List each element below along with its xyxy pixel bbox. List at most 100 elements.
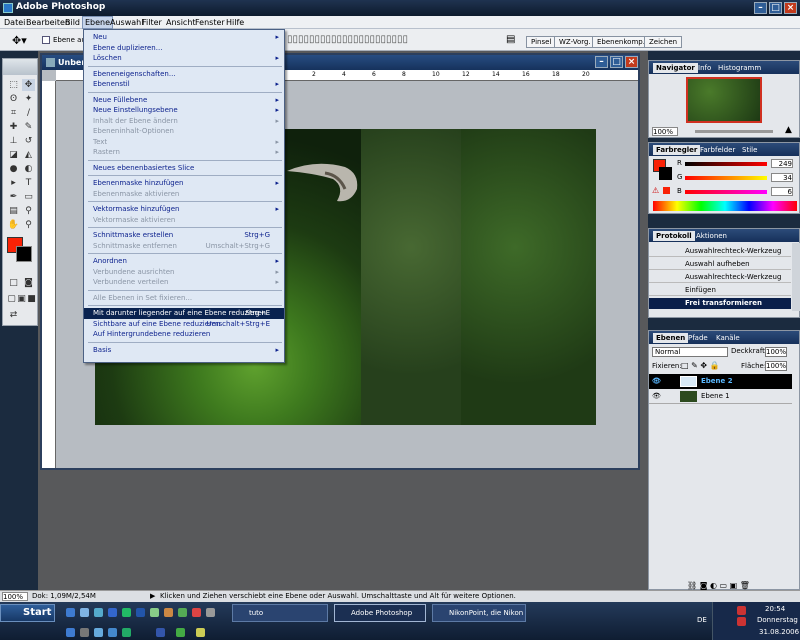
quicklaunch-icon[interactable] bbox=[94, 608, 103, 617]
doc-close-icon[interactable]: × bbox=[625, 56, 638, 68]
tab-wz-vorg[interactable]: WZ-Vorg. bbox=[554, 36, 596, 48]
task-tuto[interactable]: tuto bbox=[232, 604, 328, 622]
move-tool-icon[interactable]: ✥ bbox=[22, 79, 35, 91]
tab-info[interactable]: Info bbox=[695, 63, 714, 73]
zoom-tool-icon[interactable]: ⚲ bbox=[22, 219, 35, 231]
history-brush-icon[interactable]: ↺ bbox=[22, 135, 35, 147]
history-scrollbar[interactable] bbox=[792, 243, 800, 311]
history-item[interactable]: Auswahl aufheben bbox=[649, 259, 791, 270]
eye-icon[interactable]: 👁 bbox=[652, 377, 661, 385]
menu-item[interactable]: Neues ebenenbasiertes Slice bbox=[84, 163, 284, 174]
start-button[interactable]: Start bbox=[0, 604, 55, 622]
tab-ebenenkomp[interactable]: Ebenenkomp. bbox=[592, 36, 650, 48]
move-tool-icon[interactable]: ✥▾ bbox=[12, 34, 27, 47]
quicklaunch-icon[interactable] bbox=[156, 628, 165, 637]
menu-item[interactable]: Ebene duplizieren... bbox=[84, 43, 284, 54]
quicklaunch-icon[interactable] bbox=[178, 608, 187, 617]
blend-mode-select[interactable]: Normal bbox=[652, 347, 728, 357]
menu-item[interactable]: Löschen ▸ bbox=[84, 53, 284, 64]
menu-item[interactable]: Neue Füllebene ▸ bbox=[84, 95, 284, 106]
palette-well-icon[interactable]: ▤ bbox=[506, 34, 515, 45]
menu-item[interactable]: Sichtbare auf eine Ebene reduzieren Umsch… bbox=[84, 319, 284, 330]
tray-icon[interactable] bbox=[737, 617, 746, 626]
menu-fenster[interactable]: Fenster bbox=[195, 18, 225, 27]
quicklaunch-icon[interactable] bbox=[122, 608, 131, 617]
fill-input[interactable]: 100% bbox=[765, 361, 787, 371]
slice-tool-icon[interactable]: ∕ bbox=[22, 107, 35, 119]
screen-mode-3-icon[interactable]: ■ bbox=[25, 293, 38, 305]
quicklaunch-icon[interactable] bbox=[66, 608, 75, 617]
pen-tool-icon[interactable]: ✒ bbox=[7, 191, 20, 203]
lock-icons[interactable]: □ ✎ ✥ 🔒 bbox=[681, 361, 720, 370]
gamut-warning-icon[interactable]: ⚠ bbox=[652, 186, 659, 195]
menu-item[interactable]: Neu ▸ bbox=[84, 32, 284, 43]
history-item[interactable]: Einfügen bbox=[649, 285, 791, 296]
tab-farbfelder[interactable]: Farbfelder bbox=[697, 145, 738, 155]
layer-row-ebene-1[interactable]: 👁 Ebene 1 bbox=[649, 389, 792, 404]
quicklaunch-icon[interactable] bbox=[108, 628, 117, 637]
opacity-input[interactable]: 100% bbox=[765, 347, 787, 357]
layer-bottom-buttons-icon[interactable]: ⛓ ◙ ◐ ▭ ▣ 🗑 bbox=[687, 581, 750, 590]
menu-item[interactable]: Auf Hintergrundebene reduzieren bbox=[84, 329, 284, 340]
quicklaunch-icon[interactable] bbox=[164, 608, 173, 617]
auto-select-checkbox[interactable] bbox=[42, 36, 50, 44]
menu-item[interactable]: Schnittmaske erstellen Strg+G bbox=[84, 230, 284, 241]
navigator-zoom[interactable]: 100% bbox=[652, 127, 678, 136]
tab-farbregler[interactable]: Farbregler bbox=[653, 145, 701, 155]
g-value[interactable]: 34 bbox=[771, 173, 793, 182]
quicklaunch-icon[interactable] bbox=[192, 608, 201, 617]
menu-item[interactable]: Anordnen ▸ bbox=[84, 256, 284, 267]
background-color-swatch[interactable] bbox=[16, 246, 32, 262]
navigator-preview[interactable] bbox=[686, 77, 762, 123]
history-item[interactable]: Auswahlrechteck-Werkzeug bbox=[649, 246, 791, 257]
color-spectrum-bar[interactable] bbox=[653, 201, 797, 211]
tab-pfade[interactable]: Pfade bbox=[685, 333, 711, 343]
bg-color-chip[interactable] bbox=[659, 167, 672, 180]
tab-pinsel[interactable]: Pinsel bbox=[526, 36, 557, 48]
eyedropper-icon[interactable]: ⚲ bbox=[22, 205, 35, 217]
quicklaunch-icon[interactable] bbox=[80, 608, 89, 617]
quicklaunch-icon[interactable] bbox=[80, 628, 89, 637]
layer-row-ebene-2[interactable]: 👁 Ebene 2 bbox=[649, 374, 792, 389]
tray-icon[interactable] bbox=[737, 606, 746, 615]
quicklaunch-icon[interactable] bbox=[108, 608, 117, 617]
menu-item[interactable]: Ebeneneigenschaften... bbox=[84, 69, 284, 80]
menu-ansicht[interactable]: Ansicht bbox=[166, 18, 196, 27]
status-zoom[interactable]: 100% bbox=[2, 592, 28, 601]
history-item-active[interactable]: Frei transformieren bbox=[649, 298, 791, 309]
tab-kanaele[interactable]: Kanäle bbox=[713, 333, 743, 343]
close-icon[interactable]: × bbox=[784, 2, 797, 14]
menu-item[interactable]: Vektormaske hinzufügen ▸ bbox=[84, 204, 284, 215]
gamut-color-chip[interactable] bbox=[663, 187, 670, 194]
menu-item[interactable]: Neue Einstellungsebene ▸ bbox=[84, 105, 284, 116]
eye-icon[interactable]: 👁 bbox=[652, 392, 661, 400]
tab-ebenen[interactable]: Ebenen bbox=[653, 333, 689, 343]
magic-wand-icon[interactable]: ✦ bbox=[22, 93, 35, 105]
menu-item[interactable]: Ebenenstil ▸ bbox=[84, 79, 284, 90]
quicklaunch-icon[interactable] bbox=[206, 608, 215, 617]
quicklaunch-icon[interactable] bbox=[122, 628, 131, 637]
b-slider[interactable] bbox=[685, 190, 767, 194]
menu-bild[interactable]: Bild bbox=[65, 18, 80, 27]
menu-item[interactable]: Mit darunter liegender auf eine Ebene re… bbox=[84, 308, 284, 319]
minimize-icon[interactable]: – bbox=[754, 2, 767, 14]
quickmask-mode-icon[interactable]: ◙ bbox=[22, 277, 35, 289]
type-tool-icon[interactable]: T bbox=[22, 177, 35, 189]
navigator-zoom-slider[interactable] bbox=[695, 130, 773, 133]
tab-navigator[interactable]: Navigator bbox=[653, 63, 698, 73]
r-slider[interactable] bbox=[685, 162, 767, 166]
menu-filter[interactable]: Filter bbox=[142, 18, 162, 27]
marquee-tool-icon[interactable]: ⬚ bbox=[7, 79, 20, 91]
menu-item[interactable]: Ebenenmaske hinzufügen ▸ bbox=[84, 178, 284, 189]
brush-tool-icon[interactable]: ✎ bbox=[22, 121, 35, 133]
tab-protokoll[interactable]: Protokoll bbox=[653, 231, 695, 241]
menu-auswahl[interactable]: Auswahl bbox=[110, 18, 143, 27]
r-value[interactable]: 249 bbox=[771, 159, 793, 168]
align-buttons-icon[interactable]: ▯▯▯▯▯▯▯▯▯▯▯▯▯▯▯▯▯▯▯▯▯▯ bbox=[287, 34, 408, 45]
menu-item[interactable]: Basis ▸ bbox=[84, 345, 284, 356]
crop-tool-icon[interactable]: ⌗ bbox=[7, 107, 20, 119]
history-item[interactable]: Auswahlrechteck-Werkzeug bbox=[649, 272, 791, 283]
status-arrow-icon[interactable]: ▶ bbox=[150, 592, 155, 600]
menu-datei[interactable]: Datei bbox=[4, 18, 25, 27]
zoom-in-icon[interactable]: ▲ bbox=[785, 125, 792, 135]
